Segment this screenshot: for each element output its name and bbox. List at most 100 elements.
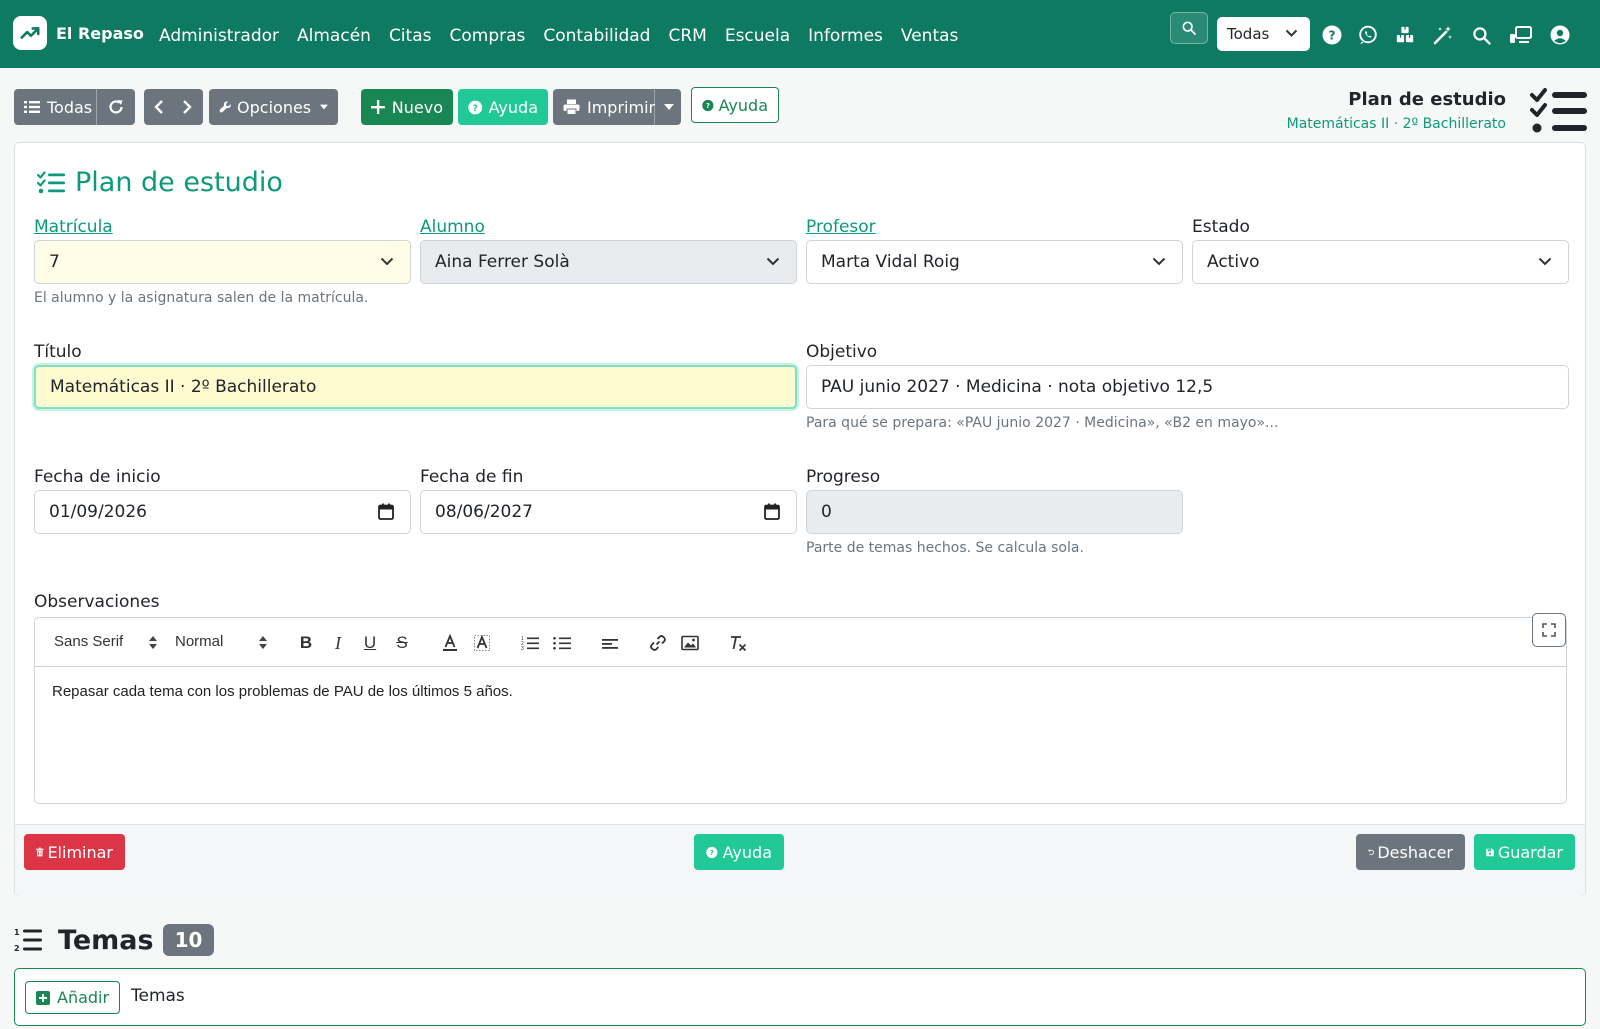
estado-value: Activo — [1207, 252, 1260, 272]
svg-text:3: 3 — [521, 646, 524, 651]
caret-down-icon — [320, 104, 328, 110]
print-dropdown[interactable]: Imprimir — [553, 89, 681, 125]
help-button[interactable]: ? Ayuda — [458, 89, 548, 125]
progreso-value: 0 — [821, 502, 832, 522]
matricula-label[interactable]: Matrícula — [34, 217, 113, 237]
menu-item-informes[interactable]: Informes — [808, 26, 883, 46]
titulo-value: Matemáticas II · 2º Bachillerato — [50, 377, 317, 397]
magic-wand-icon[interactable] — [1433, 25, 1453, 45]
new-label: Nuevo — [391, 97, 443, 117]
temas-count-badge: 10 — [162, 924, 215, 956]
help-icon[interactable]: ? — [1322, 25, 1342, 45]
add-tema-button[interactable]: Añadir — [25, 981, 121, 1014]
bold-icon[interactable]: B — [296, 633, 316, 653]
temas-panel: Añadir Temas — [14, 968, 1586, 1026]
objetivo-input[interactable]: PAU junio 2027 · Medicina · nota objetiv… — [806, 365, 1569, 409]
delete-button[interactable]: Eliminar — [24, 834, 125, 870]
profesor-label[interactable]: Profesor — [806, 217, 876, 237]
svg-text:1: 1 — [14, 928, 20, 937]
profesor-value: Marta Vidal Roig — [821, 252, 960, 272]
matricula-value: 7 — [49, 252, 60, 272]
fecha-inicio-label: Fecha de inicio — [34, 467, 161, 487]
search-icon[interactable] — [1471, 25, 1491, 45]
italic-icon[interactable]: I — [328, 633, 348, 653]
menu-item-escuela[interactable]: Escuela — [725, 26, 790, 46]
caret-down-icon[interactable] — [664, 104, 674, 110]
fecha-fin-input[interactable]: 08/06/2027 — [420, 490, 797, 534]
whatsapp-icon[interactable] — [1358, 25, 1378, 45]
menu-item-administrador[interactable]: Administrador — [159, 26, 279, 46]
ordered-list-icon[interactable]: 123 — [520, 633, 540, 653]
help-icon: ? — [468, 100, 483, 114]
image-icon[interactable] — [680, 633, 700, 653]
strikethrough-icon[interactable]: S — [392, 633, 412, 653]
brand[interactable]: El Repaso — [13, 16, 144, 50]
menu-item-crm[interactable]: CRM — [668, 26, 706, 46]
printer-icon — [563, 99, 580, 115]
company-select[interactable]: Todas — [1217, 17, 1310, 51]
chevron-left-icon[interactable] — [153, 99, 165, 115]
screen-share-icon[interactable] — [1509, 25, 1533, 45]
text-color-icon[interactable] — [440, 633, 460, 653]
matricula-select[interactable]: 7 — [34, 240, 411, 284]
link-icon[interactable] — [648, 633, 668, 653]
temas-header: 1 2 Temas 10 — [14, 924, 215, 956]
calendar-icon — [378, 503, 394, 520]
fullscreen-icon — [1542, 623, 1556, 637]
refresh-icon[interactable] — [108, 99, 124, 115]
footer-help-label: Ayuda — [722, 842, 772, 862]
options-dropdown[interactable]: Opciones — [209, 89, 338, 125]
user-icon[interactable] — [1550, 25, 1570, 45]
estado-label: Estado — [1192, 217, 1250, 237]
objetivo-help: Para qué se prepara: «PAU junio 2027 · M… — [806, 415, 1279, 431]
font-size-select[interactable]: Normal — [175, 633, 223, 650]
underline-icon[interactable]: U — [360, 633, 380, 653]
brand-name: El Repaso — [56, 23, 144, 43]
trending-up-icon — [13, 16, 47, 50]
help-outline-button[interactable]: ? Ayuda — [691, 87, 779, 123]
menu-item-citas[interactable]: Citas — [389, 26, 432, 46]
wrench-icon — [219, 101, 231, 113]
objetivo-value: PAU junio 2027 · Medicina · nota objetiv… — [821, 377, 1214, 397]
help-icon: ? — [706, 846, 718, 858]
chevron-down-icon — [380, 257, 394, 266]
background-color-icon[interactable] — [472, 633, 492, 653]
temas-row-label: Temas — [131, 986, 185, 1006]
chevron-right-icon[interactable] — [181, 99, 193, 115]
menu-item-compras[interactable]: Compras — [449, 26, 525, 46]
boxes-icon[interactable] — [1395, 25, 1415, 45]
chevron-down-icon — [1538, 257, 1552, 266]
save-button[interactable]: Guardar — [1474, 834, 1575, 870]
editor-toolbar: Sans Serif Normal B I U S 123 — [35, 618, 1566, 667]
clear-format-icon[interactable] — [728, 633, 748, 653]
fecha-inicio-input[interactable]: 01/09/2026 — [34, 490, 411, 534]
new-button[interactable]: Nuevo — [361, 89, 453, 125]
options-label: Opciones — [237, 97, 312, 117]
save-label: Guardar — [1497, 842, 1563, 862]
align-icon[interactable] — [600, 633, 620, 653]
list-all-label: Todas — [47, 97, 93, 117]
bullet-list-icon[interactable] — [552, 633, 572, 653]
fullscreen-button[interactable] — [1532, 613, 1566, 647]
help-icon: ? — [702, 99, 714, 111]
menu-item-almacen[interactable]: Almacén — [297, 26, 371, 46]
chevron-down-icon — [1152, 257, 1166, 266]
font-family-select[interactable]: Sans Serif — [54, 633, 123, 650]
top-navbar: El Repaso Administrador Almacén Citas Co… — [0, 0, 1600, 68]
profesor-select[interactable]: Marta Vidal Roig — [806, 240, 1183, 284]
titulo-input[interactable]: Matemáticas II · 2º Bachillerato — [34, 365, 797, 409]
alumno-label[interactable]: Alumno — [420, 217, 485, 237]
menu-item-contabilidad[interactable]: Contabilidad — [543, 26, 650, 46]
nav-search-button[interactable] — [1170, 12, 1208, 44]
estado-select[interactable]: Activo — [1192, 240, 1569, 284]
menu-item-ventas[interactable]: Ventas — [901, 26, 958, 46]
page-header: Plan de estudio Matemáticas II · 2º Bach… — [1287, 89, 1506, 132]
fecha-fin-value: 08/06/2027 — [435, 502, 533, 522]
svg-text:2: 2 — [14, 944, 20, 953]
undo-button[interactable]: Deshacer — [1356, 834, 1465, 870]
observaciones-editor[interactable]: Sans Serif Normal B I U S 123 Repasar ca… — [34, 617, 1567, 804]
chevron-down-icon — [766, 257, 780, 266]
font-size-value: Normal — [175, 633, 224, 650]
footer-help-button[interactable]: ? Ayuda — [694, 834, 784, 870]
trash-icon — [36, 847, 44, 857]
